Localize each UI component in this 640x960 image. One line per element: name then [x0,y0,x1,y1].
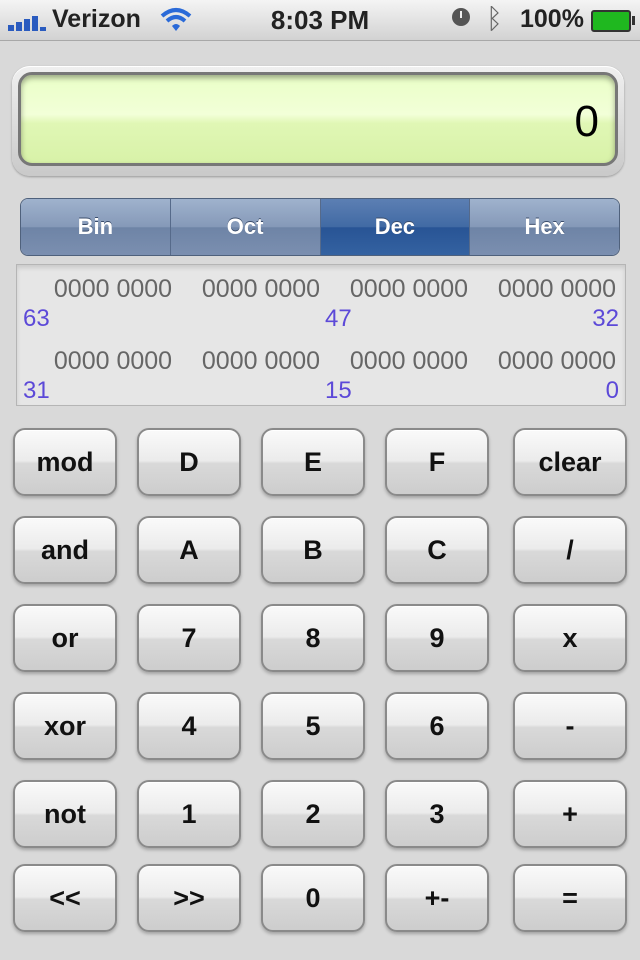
divide-key[interactable]: / [513,516,627,584]
base-mode-selector: Bin Oct Dec Hex [20,198,620,256]
add-key[interactable]: + [513,780,627,848]
subtract-key[interactable]: - [513,692,627,760]
bit-group: 0000 0000 [497,275,617,303]
clear-key[interactable]: clear [513,428,627,496]
digit-1-key[interactable]: 1 [137,780,241,848]
battery-percent: 100% [520,5,584,33]
bit-display: 0000 0000 0000 0000 0000 0000 0000 0000 … [16,264,626,406]
shift-right-key[interactable]: >> [137,864,241,932]
clock-icon [452,8,470,26]
battery-icon [591,10,635,32]
digit-3-key[interactable]: 3 [385,780,489,848]
negate-key[interactable]: +- [385,864,489,932]
bit-group: 0000 0000 [201,275,321,303]
bit-group: 0000 0000 [201,347,321,375]
multiply-key[interactable]: x [513,604,627,672]
or-key[interactable]: or [13,604,117,672]
digit-4-key[interactable]: 4 [137,692,241,760]
hex-a-key[interactable]: A [137,516,241,584]
digit-5-key[interactable]: 5 [261,692,365,760]
bluetooth-icon: ᛒ [486,3,503,34]
mode-dec-button[interactable]: Dec [320,199,471,255]
display-frame: 0 [12,66,624,176]
digit-0-key[interactable]: 0 [261,864,365,932]
bit-position-label: 63 [23,305,50,332]
equals-key[interactable]: = [513,864,627,932]
digit-6-key[interactable]: 6 [385,692,489,760]
bit-group: 0000 0000 [349,275,469,303]
mode-oct-button[interactable]: Oct [170,199,321,255]
bit-position-label: 15 [325,377,352,404]
bit-group: 0000 0000 [349,347,469,375]
bit-position-label: 0 [605,377,619,404]
hex-e-key[interactable]: E [261,428,365,496]
bit-group: 0000 0000 [53,275,173,303]
bit-group: 0000 0000 [53,347,173,375]
shift-left-key[interactable]: << [13,864,117,932]
bit-position-label: 47 [325,305,352,332]
hex-d-key[interactable]: D [137,428,241,496]
status-bar: Verizon 8:03 PM ᛒ 100% [0,0,640,41]
bit-group: 0000 0000 [497,347,617,375]
bit-position-label: 31 [23,377,50,404]
lcd-screen: 0 [18,72,618,166]
not-key[interactable]: not [13,780,117,848]
digit-2-key[interactable]: 2 [261,780,365,848]
mod-key[interactable]: mod [13,428,117,496]
and-key[interactable]: and [13,516,117,584]
mode-hex-button[interactable]: Hex [470,199,619,255]
hex-c-key[interactable]: C [385,516,489,584]
digit-7-key[interactable]: 7 [137,604,241,672]
bit-position-label: 32 [592,305,619,332]
bit-row-high: 0000 0000 0000 0000 0000 0000 0000 0000 … [17,265,625,335]
hex-b-key[interactable]: B [261,516,365,584]
bit-row-low: 0000 0000 0000 0000 0000 0000 0000 0000 … [17,337,625,407]
xor-key[interactable]: xor [13,692,117,760]
hex-f-key[interactable]: F [385,428,489,496]
mode-bin-button[interactable]: Bin [21,199,171,255]
display-value: 0 [574,97,599,146]
digit-9-key[interactable]: 9 [385,604,489,672]
digit-8-key[interactable]: 8 [261,604,365,672]
